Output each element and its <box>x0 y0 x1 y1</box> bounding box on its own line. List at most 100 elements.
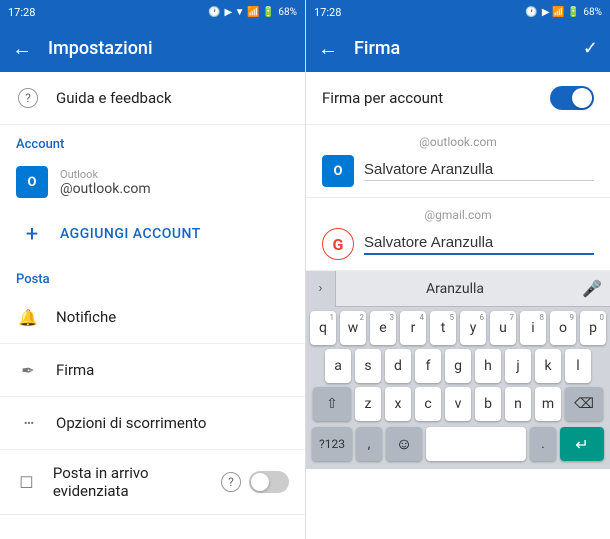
firma-item[interactable]: ✒ Firma <box>0 344 305 397</box>
battery-pct: 68% <box>278 7 297 18</box>
key-p[interactable]: 0p <box>580 311 606 345</box>
key-o[interactable]: 9o <box>550 311 576 345</box>
posta-evidenziata-icon: ☐ <box>16 470 37 494</box>
firma-per-account-row: Firma per account <box>306 72 610 125</box>
right-top-bar-left: ← Firma <box>318 36 400 61</box>
keyboard-suggestion-row: › Aranzulla 🎤 <box>306 271 610 307</box>
key-e[interactable]: 3e <box>370 311 396 345</box>
keyboard-bottom-row: ?123 , ☺ . ↵ <box>308 425 608 465</box>
left-status-time: 17:28 <box>8 6 35 19</box>
alarm-icon: 🕐 <box>208 7 220 18</box>
firma-per-account-label: Firma per account <box>322 89 443 107</box>
firma-toggle[interactable] <box>550 86 594 110</box>
account-email: @outlook.com <box>60 181 151 197</box>
shift-key[interactable]: ⇧ <box>313 387 351 421</box>
key-c[interactable]: c <box>415 387 441 421</box>
keyboard: › Aranzulla 🎤 1q 2w 3e 4r 5t 6y 7u 8i 9o… <box>306 271 610 469</box>
keyboard-mic[interactable]: 🎤 <box>574 271 610 307</box>
gmail-sig-row: G <box>322 228 594 260</box>
emoji-key[interactable]: ☺ <box>386 427 422 461</box>
confirm-button[interactable]: ✓ <box>583 38 598 59</box>
right-panel: 17:28 🕐 ▶ 📶 🔋 68% ← Firma ✓ Firma per ac… <box>305 0 610 539</box>
gmail-sig-email: @gmail.com <box>322 208 594 222</box>
key-x[interactable]: x <box>385 387 411 421</box>
posta-section-label: Posta <box>0 260 305 291</box>
left-status-bar: 17:28 🕐 ▶ ▼ 📶 🔋 68% <box>0 0 305 24</box>
key-q[interactable]: 1q <box>310 311 336 345</box>
left-status-icons: 🕐 ▶ ▼ 📶 🔋 68% <box>208 7 297 18</box>
right-status-time: 17:28 <box>314 6 341 19</box>
outlook-sig-item: @outlook.com O <box>306 125 610 198</box>
posta-help-icon[interactable]: ? <box>221 472 241 492</box>
key-f[interactable]: f <box>415 349 441 383</box>
back-button-right[interactable]: ← <box>318 36 338 61</box>
key-r[interactable]: 4r <box>400 311 426 345</box>
outlook-icon: O <box>16 166 48 198</box>
account-provider: Outlook <box>60 168 151 181</box>
key-k[interactable]: k <box>535 349 561 383</box>
opzioni-icon: ··· <box>16 411 40 435</box>
signal-icons: ▶ ▼ 📶 🔋 <box>224 7 274 18</box>
outlook-sig-email: @outlook.com <box>322 135 594 149</box>
keyboard-chevron[interactable]: › <box>306 271 336 307</box>
back-button-left[interactable]: ← <box>12 36 32 61</box>
num-switch-key[interactable]: ?123 <box>312 427 352 461</box>
right-status-icons: 🕐 ▶ 📶 🔋 68% <box>525 7 602 18</box>
add-icon: + <box>16 218 48 250</box>
firma-label: Firma <box>56 361 94 379</box>
key-n[interactable]: n <box>505 387 531 421</box>
space-key[interactable] <box>426 427 526 461</box>
key-m[interactable]: m <box>535 387 561 421</box>
right-top-bar: ← Firma ✓ <box>306 24 610 72</box>
posta-evidenziata-label: Posta in arrivo evidenziata <box>53 464 205 500</box>
key-j[interactable]: j <box>505 349 531 383</box>
keyboard-rows: 1q 2w 3e 4r 5t 6y 7u 8i 9o 0p a s d f <box>306 307 610 469</box>
key-s[interactable]: s <box>355 349 381 383</box>
firma-content: Firma per account @outlook.com O @gmail.… <box>306 72 610 539</box>
opzioni-label: Opzioni di scorrimento <box>56 414 206 432</box>
period-key[interactable]: . <box>530 427 556 461</box>
right-signal: ▶ 📶 🔋 <box>542 7 580 18</box>
keyboard-row-3: ⇧ z x c v b n m ⌫ <box>308 387 608 421</box>
google-sig-icon: G <box>322 228 354 260</box>
right-status-bar: 17:28 🕐 ▶ 📶 🔋 68% <box>306 0 610 24</box>
firma-title: Firma <box>354 38 400 59</box>
add-account-item[interactable]: + AGGIUNGI ACCOUNT <box>0 208 305 260</box>
account-section-label: Account <box>0 125 305 156</box>
key-h[interactable]: h <box>475 349 501 383</box>
key-a[interactable]: a <box>325 349 351 383</box>
key-t[interactable]: 5t <box>430 311 456 345</box>
key-v[interactable]: v <box>445 387 471 421</box>
key-g[interactable]: g <box>445 349 471 383</box>
outlook-sig-icon: O <box>322 155 354 187</box>
gmail-sig-item: @gmail.com G <box>306 198 610 271</box>
outlook-sig-input[interactable] <box>364 161 594 181</box>
keyboard-suggestion-text[interactable]: Aranzulla <box>336 281 574 297</box>
outlook-account-item[interactable]: O Outlook @outlook.com <box>0 156 305 208</box>
settings-content: ? Guida e feedback Account O Outlook @ou… <box>0 72 305 539</box>
backspace-key[interactable]: ⌫ <box>565 387 603 421</box>
key-d[interactable]: d <box>385 349 411 383</box>
keyboard-row-1: 1q 2w 3e 4r 5t 6y 7u 8i 9o 0p <box>308 311 608 345</box>
comma-key[interactable]: , <box>356 427 382 461</box>
key-i[interactable]: 8i <box>520 311 546 345</box>
key-u[interactable]: 7u <box>490 311 516 345</box>
add-account-label: AGGIUNGI ACCOUNT <box>60 226 201 242</box>
help-feedback-item[interactable]: ? Guida e feedback <box>0 72 305 125</box>
enter-key[interactable]: ↵ <box>560 427 604 461</box>
opzioni-item[interactable]: ··· Opzioni di scorrimento <box>0 397 305 450</box>
posta-toggle[interactable] <box>249 471 289 493</box>
key-y[interactable]: 6y <box>460 311 486 345</box>
keyboard-row-2: a s d f g h j k l <box>308 349 608 383</box>
notifiche-label: Notifiche <box>56 308 116 326</box>
left-top-bar: ← Impostazioni <box>0 24 305 72</box>
key-l[interactable]: l <box>565 349 591 383</box>
key-w[interactable]: 2w <box>340 311 366 345</box>
settings-title: Impostazioni <box>48 38 153 59</box>
posta-evidenziata-item[interactable]: ☐ Posta in arrivo evidenziata ? <box>0 450 305 515</box>
key-b[interactable]: b <box>475 387 501 421</box>
gmail-sig-input[interactable] <box>364 234 594 255</box>
key-z[interactable]: z <box>355 387 381 421</box>
notifiche-item[interactable]: 🔔 Notifiche <box>0 291 305 344</box>
account-info: Outlook @outlook.com <box>60 168 151 197</box>
